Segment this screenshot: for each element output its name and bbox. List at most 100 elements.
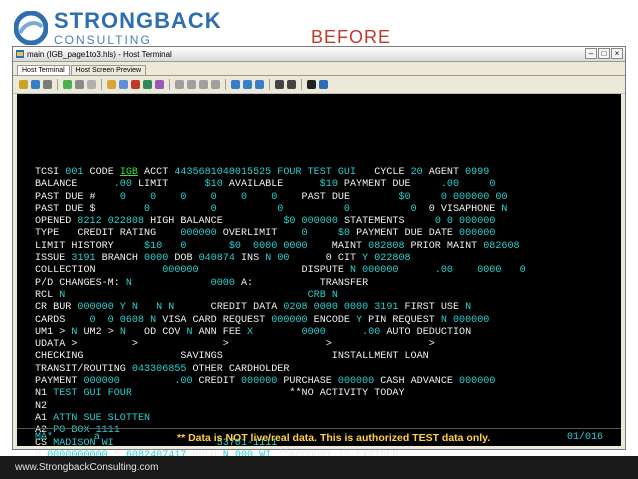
terminal-line: LIMIT HISTORY $10 0 $0 0000 0000 MAINT 0… bbox=[17, 241, 621, 253]
terminal-field[interactable]: $10 0 $0 0000 0000 bbox=[144, 241, 308, 252]
terminal-field[interactable]: 000000 Y N bbox=[77, 302, 138, 313]
terminal-field[interactable]: 0 0 0 0 0 0 bbox=[120, 192, 278, 203]
terminal-label: CR BUR bbox=[35, 302, 78, 314]
terminal-field[interactable]: N 000000 bbox=[441, 315, 489, 326]
terminal-field[interactable]: 000000 bbox=[459, 376, 495, 387]
terminal-field[interactable]: 000000 bbox=[180, 228, 216, 239]
terminal-line: UDATA > > > > > bbox=[17, 339, 621, 351]
screen-icon[interactable] bbox=[287, 80, 296, 89]
terminal-field[interactable]: TEST GUI FOUR bbox=[53, 388, 132, 399]
terminal-field[interactable]: N 00 bbox=[265, 253, 289, 264]
tab-host-terminal[interactable]: Host Terminal bbox=[17, 65, 70, 75]
terminal-field[interactable]: Y 022808 bbox=[362, 253, 410, 264]
terminal-label: UM2 > bbox=[77, 326, 120, 338]
page-icon[interactable] bbox=[87, 80, 96, 89]
tab-host-screen-preview[interactable]: Host Screen Preview bbox=[70, 65, 147, 75]
terminal-field[interactable]: .00 bbox=[174, 376, 192, 387]
terminal-field[interactable]: 0000 bbox=[144, 253, 168, 264]
terminal-field[interactable]: 0 0 000000 bbox=[435, 216, 496, 227]
terminal-field[interactable]: IGB bbox=[120, 167, 138, 178]
receive-icon[interactable] bbox=[243, 80, 252, 89]
cut-icon[interactable] bbox=[175, 80, 184, 89]
play-icon[interactable] bbox=[63, 80, 72, 89]
terminal-screen[interactable]: TCSI 001 CODE IGB ACCT 4435681040015525 … bbox=[17, 94, 621, 461]
run-icon[interactable] bbox=[143, 80, 152, 89]
terminal-field[interactable]: $10 bbox=[320, 179, 338, 190]
terminal-field[interactable]: $0 000000 bbox=[283, 216, 338, 227]
window-titlebar[interactable]: main (IGB_page1to3.hls) - Host Terminal … bbox=[13, 47, 625, 62]
footer-url: www.StrongbackConsulting.com bbox=[15, 462, 159, 473]
terminal-field[interactable]: 082608 bbox=[483, 241, 519, 252]
terminal-field[interactable]: 0000 bbox=[211, 278, 235, 289]
macro-icon[interactable] bbox=[155, 80, 164, 89]
terminal-field[interactable]: 000000 bbox=[459, 228, 495, 239]
terminal-field[interactable]: 0208 0000 0000 3191 bbox=[283, 302, 398, 313]
terminal-label bbox=[398, 265, 434, 276]
status-mode: MA* bbox=[35, 432, 54, 443]
minimize-button[interactable]: – bbox=[585, 48, 597, 59]
terminal-label: LIMIT bbox=[131, 179, 205, 191]
terminal-label: CYCLE bbox=[356, 167, 411, 178]
export-icon[interactable] bbox=[319, 80, 328, 89]
terminal-field[interactable]: $10 bbox=[205, 179, 223, 190]
terminal-field[interactable]: 043306855 bbox=[132, 364, 187, 375]
terminal-label: N2 bbox=[35, 400, 48, 412]
close-button[interactable]: × bbox=[611, 48, 623, 59]
terminal-label: LIMIT HISTORY bbox=[35, 240, 145, 252]
terminal-field[interactable]: 000000 bbox=[271, 315, 307, 326]
terminal-field[interactable]: 0000 bbox=[302, 327, 326, 338]
print-icon[interactable] bbox=[211, 80, 220, 89]
terminal-field[interactable]: N bbox=[465, 302, 471, 313]
terminal-field[interactable]: .00 0 bbox=[441, 179, 496, 190]
terminal-field[interactable]: 000000 bbox=[162, 265, 198, 276]
settings-icon[interactable] bbox=[43, 80, 52, 89]
terminal-label: PIN REQUEST bbox=[362, 314, 441, 326]
connect-icon[interactable] bbox=[19, 80, 28, 89]
grid-icon[interactable] bbox=[307, 80, 316, 89]
terminal-line: CHECKING SAVINGS INSTALLMENT LOAN bbox=[17, 351, 621, 363]
paste-icon[interactable] bbox=[199, 80, 208, 89]
terminal-label: MAINT bbox=[307, 240, 369, 252]
terminal-line: CARDS 0 0 0608 N VISA CARD REQUEST 00000… bbox=[17, 315, 621, 327]
terminal-field[interactable]: 4435681040015525 FOUR TEST GUI bbox=[174, 167, 356, 178]
terminal-field[interactable]: $0 bbox=[338, 228, 350, 239]
terminal-field[interactable]: 001 bbox=[65, 167, 83, 178]
record-icon[interactable] bbox=[75, 80, 84, 89]
terminal-line: P/D CHANGES-M: N 0000 A: TRANSFER bbox=[17, 278, 621, 290]
maximize-button[interactable]: □ bbox=[598, 48, 610, 59]
terminal-line: A1 ATTN SUE SLOTTEN bbox=[17, 413, 621, 425]
terminal-field[interactable]: 0 0 0608 N bbox=[90, 315, 157, 326]
terminal-field[interactable]: $0 0 000000 00 bbox=[398, 192, 507, 203]
terminal-field[interactable]: N bbox=[501, 204, 507, 215]
terminal-field[interactable]: 040874 bbox=[199, 253, 235, 264]
terminal-field[interactable]: 0 0 0 0 0 bbox=[144, 204, 417, 215]
copy-icon[interactable] bbox=[187, 80, 196, 89]
terminal-field[interactable]: ATTN SUE SLOTTEN bbox=[53, 413, 150, 424]
disconnect-icon[interactable] bbox=[31, 80, 40, 89]
terminal-field[interactable]: .00 bbox=[362, 327, 380, 338]
status-field: a bbox=[94, 432, 101, 443]
terminal-line: BALANCE .00 LIMIT $10 AVAILABLE $10 PAYM… bbox=[17, 179, 621, 191]
terminal-field[interactable]: 0999 bbox=[465, 167, 489, 178]
terminal-field[interactable]: 082808 bbox=[368, 241, 404, 252]
transfer-icon[interactable] bbox=[255, 80, 264, 89]
save-icon[interactable] bbox=[119, 80, 128, 89]
folder-icon[interactable] bbox=[107, 80, 116, 89]
terminal-field[interactable]: 000000 bbox=[83, 376, 119, 387]
terminal-field[interactable]: 3191 bbox=[71, 253, 95, 264]
send-icon[interactable] bbox=[231, 80, 240, 89]
terminal-field[interactable]: CRB N bbox=[308, 290, 338, 301]
terminal-label: BRANCH bbox=[95, 253, 145, 265]
terminal-field[interactable]: N N bbox=[156, 302, 174, 313]
terminal-field[interactable]: 000000 bbox=[241, 376, 277, 387]
terminal-label: CODE bbox=[83, 167, 120, 178]
terminal-field[interactable]: 000000 bbox=[338, 376, 374, 387]
keypad-icon[interactable] bbox=[275, 80, 284, 89]
terminal-field[interactable]: 8212 022808 bbox=[77, 216, 144, 227]
terminal-field[interactable]: N 000000 bbox=[350, 265, 398, 276]
terminal-field[interactable]: .00 0000 0 bbox=[435, 265, 526, 276]
stop-icon[interactable] bbox=[131, 80, 140, 89]
terminal-field[interactable]: 20 bbox=[411, 167, 423, 178]
terminal-label bbox=[65, 290, 307, 301]
terminal-field[interactable]: .00 bbox=[114, 179, 132, 190]
